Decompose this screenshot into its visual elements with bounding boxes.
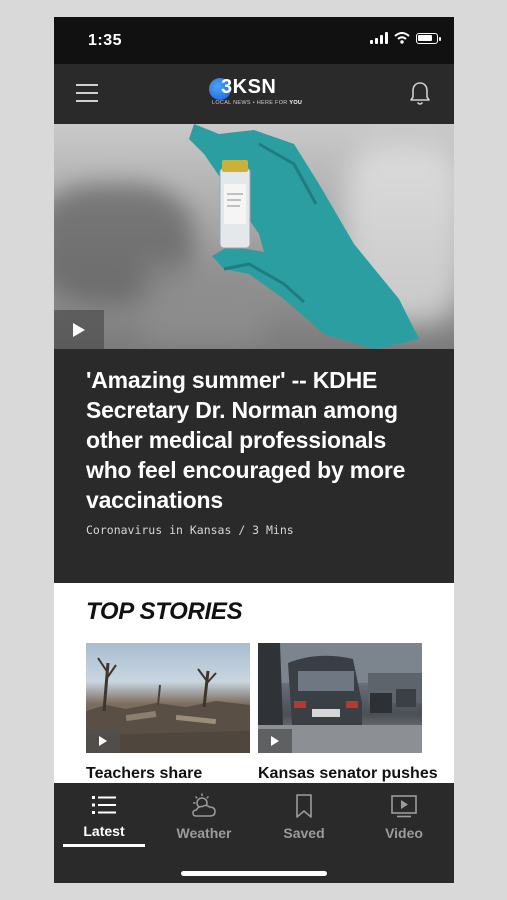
hamburger-menu-icon[interactable] <box>76 84 100 104</box>
tab-label: Video <box>385 825 423 841</box>
list-icon <box>92 796 116 814</box>
partly-cloudy-icon <box>192 793 216 817</box>
bottom-tab-bar: Latest Weather Saved Video <box>54 783 454 883</box>
hero-meta: Coronavirus in Kansas / 3 Mins <box>86 523 294 537</box>
hero-image[interactable] <box>54 124 454 349</box>
hero-story-card[interactable]: 'Amazing summer' -- KDHE Secretary Dr. N… <box>54 349 454 583</box>
story-title[interactable]: Kansas senator pushes <box>258 765 438 783</box>
home-indicator[interactable] <box>181 871 327 876</box>
story-thumbnail[interactable] <box>258 643 422 753</box>
tab-label: Saved <box>283 825 325 841</box>
tab-saved[interactable]: Saved <box>259 793 349 841</box>
bell-icon[interactable] <box>408 81 432 107</box>
status-bar: 1:35 <box>54 17 454 64</box>
play-icon <box>73 323 85 337</box>
top-stories-section: TOP STORIES Teachers share Kansas senato… <box>54 583 454 783</box>
logo-text: 3KSN <box>221 76 277 98</box>
app-header: 3KSN LOCAL NEWS • HERE FOR YOU <box>54 64 454 124</box>
video-play-icon <box>391 795 417 818</box>
phone-screen: 1:35 3KSN LOCAL NEWS • HERE FOR YOU 'Ama… <box>54 17 454 883</box>
cellular-signal-icon <box>370 32 388 44</box>
story-play-button[interactable] <box>86 729 120 753</box>
active-tab-indicator <box>63 844 145 847</box>
status-icons <box>370 32 441 44</box>
battery-icon <box>416 32 441 44</box>
tab-label: Weather <box>176 825 232 841</box>
story-card[interactable]: Teachers share <box>86 643 250 783</box>
play-icon <box>99 736 107 746</box>
tab-weather[interactable]: Weather <box>159 793 249 841</box>
play-icon <box>271 736 279 746</box>
tab-latest[interactable]: Latest <box>59 793 149 839</box>
station-logo[interactable]: 3KSN LOCAL NEWS • HERE FOR YOU <box>204 76 304 110</box>
story-thumbnail[interactable] <box>86 643 250 753</box>
bookmark-icon <box>296 794 312 818</box>
wifi-icon <box>394 32 410 44</box>
status-time: 1:35 <box>88 32 123 49</box>
story-card[interactable]: Kansas senator pushes <box>258 643 438 783</box>
story-title[interactable]: Teachers share <box>86 765 250 783</box>
section-title: TOP STORIES <box>86 598 243 625</box>
logo-tagline: LOCAL NEWS • HERE FOR YOU <box>212 100 303 106</box>
tab-video[interactable]: Video <box>359 793 449 841</box>
tab-label: Latest <box>83 823 125 839</box>
hero-headline[interactable]: 'Amazing summer' -- KDHE Secretary Dr. N… <box>86 365 426 515</box>
story-play-button[interactable] <box>258 729 292 753</box>
hero-play-button[interactable] <box>54 310 104 349</box>
gloved-hand-vial-image <box>189 124 419 349</box>
